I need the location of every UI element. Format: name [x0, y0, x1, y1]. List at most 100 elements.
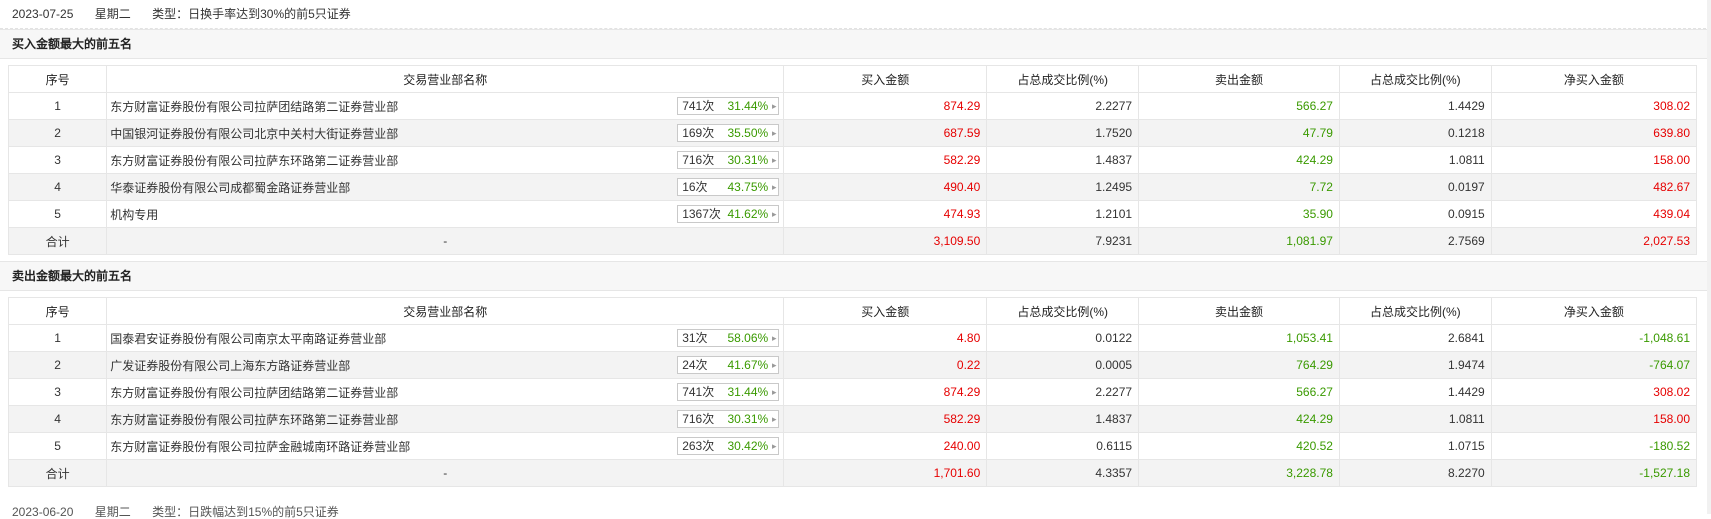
- buy-ratio: 1.4837: [986, 146, 1140, 174]
- info-weekday: 星期二: [94, 7, 131, 21]
- broker-name[interactable]: 广发证券股份有限公司上海东方路证券营业部: [110, 359, 350, 373]
- buy-ratio: 1.2101: [986, 200, 1140, 228]
- broker-stats-badge[interactable]: 169次 35.50% ▸: [677, 124, 780, 142]
- sell-amount: 7.72: [1138, 173, 1340, 201]
- buy-amount: 0.22: [783, 351, 988, 379]
- chevron-right-icon: ▸: [771, 441, 777, 451]
- broker-count: 16次: [682, 180, 708, 194]
- broker-stats-badge[interactable]: 716次 30.31% ▸: [677, 410, 780, 428]
- sell-amount: 424.29: [1138, 405, 1340, 433]
- buy-amount: 4.80: [783, 324, 988, 352]
- net-buy-amount: -180.52: [1490, 432, 1698, 460]
- buy-ratio: 2.2277: [986, 378, 1140, 406]
- net-buy-amount: 308.02: [1490, 378, 1698, 406]
- broker-stats-badge[interactable]: 31次 58.06% ▸: [677, 329, 780, 347]
- broker-name[interactable]: 东方财富证券股份有限公司拉萨东环路第二证券营业部: [110, 413, 398, 427]
- column-header: 净买入金额: [1490, 65, 1698, 93]
- broker-name-cell: 东方财富证券股份有限公司拉萨东环路第二证券营业部 716次 30.31% ▸: [106, 146, 785, 174]
- broker-stats-badge[interactable]: 741次 31.44% ▸: [677, 97, 780, 115]
- sell-ratio: 0.0915: [1338, 200, 1492, 228]
- row-number: 3: [7, 146, 108, 174]
- buy-amount: 874.29: [783, 92, 988, 120]
- net-buy-amount: -1,048.61: [1490, 324, 1698, 352]
- table-row: 3 东方财富证券股份有限公司拉萨东环路第二证券营业部 716次 30.31% ▸ 582.…: [7, 146, 1698, 174]
- scrollbar[interactable]: [1707, 0, 1711, 514]
- sell-ratio: 1.0715: [1338, 432, 1492, 460]
- table-wrapper: 序号 交易营业部名称 买入金额 占总成交比例(%) 卖出金额 占总成交比例(%) 净买入金额…: [0, 291, 1711, 493]
- broker-name[interactable]: 机构专用: [110, 208, 158, 222]
- net-buy-amount: 308.02: [1490, 92, 1698, 120]
- chevron-right-icon: ▸: [771, 128, 777, 138]
- column-header: 卖出金额: [1138, 297, 1340, 325]
- row-number: 5: [7, 200, 108, 228]
- seat-table: 序号 交易营业部名称 买入金额 占总成交比例(%) 卖出金额 占总成交比例(%) 净买入金额…: [7, 297, 1698, 487]
- total-sell-amount: 1,081.97: [1138, 227, 1340, 255]
- broker-stats-badge[interactable]: 1367次 41.62% ▸: [677, 205, 780, 223]
- column-header: 卖出金额: [1138, 65, 1340, 93]
- broker-win-rate: 58.06%: [727, 331, 769, 345]
- sell-amount: 424.29: [1138, 146, 1340, 174]
- row-number: 3: [7, 378, 108, 406]
- broker-name[interactable]: 东方财富证券股份有限公司拉萨团结路第二证券营业部: [110, 100, 398, 114]
- table-row: 5 机构专用 1367次 41.62% ▸ 474.93 1.2101 35.90 0.0915…: [7, 200, 1698, 228]
- broker-name[interactable]: 中国银河证券股份有限公司北京中关村大街证券营业部: [110, 127, 398, 141]
- buy-amount: 874.29: [783, 378, 988, 406]
- broker-count: 263次: [682, 439, 715, 453]
- net-buy-amount: -764.07: [1490, 351, 1698, 379]
- column-header: 占总成交比例(%): [1338, 297, 1492, 325]
- buy-amount: 240.00: [783, 432, 988, 460]
- net-buy-amount: 482.67: [1490, 173, 1698, 201]
- table-row: 4 东方财富证券股份有限公司拉萨东环路第二证券营业部 716次 30.31% ▸ 582.…: [7, 405, 1698, 433]
- chevron-right-icon: ▸: [771, 182, 777, 192]
- row-number: 1: [7, 92, 108, 120]
- table-row: 2 中国银河证券股份有限公司北京中关村大街证券营业部 169次 35.50% ▸ 687.…: [7, 119, 1698, 147]
- broker-count: 716次: [682, 412, 715, 426]
- info-date: 2023-07-25: [12, 7, 74, 21]
- broker-stats-badge[interactable]: 716次 30.31% ▸: [677, 151, 780, 169]
- broker-name[interactable]: 东方财富证券股份有限公司拉萨团结路第二证券营业部: [110, 386, 398, 400]
- buy-ratio: 0.0122: [986, 324, 1140, 352]
- buy-ratio: 1.7520: [986, 119, 1140, 147]
- broker-count: 31次: [682, 331, 708, 345]
- total-buy-ratio: 7.9231: [986, 227, 1140, 255]
- broker-win-rate: 35.50%: [727, 126, 769, 140]
- chevron-right-icon: ▸: [771, 414, 777, 424]
- broker-name[interactable]: 国泰君安证券股份有限公司南京太平南路证券营业部: [110, 332, 386, 346]
- section-title: 买入金额最大的前五名: [0, 29, 1707, 59]
- broker-win-rate: 30.31%: [727, 153, 769, 167]
- table-row: 4 华泰证券股份有限公司成都蜀金路证券营业部 16次 43.75% ▸ 490.40 1.2…: [7, 173, 1698, 201]
- header-row: 序号 交易营业部名称 买入金额 占总成交比例(%) 卖出金额 占总成交比例(%) 净买入金额: [7, 297, 1698, 325]
- broker-stats-badge[interactable]: 24次 41.67% ▸: [677, 356, 780, 374]
- sell-ratio: 1.4429: [1338, 92, 1492, 120]
- broker-name-cell: 东方财富证券股份有限公司拉萨团结路第二证券营业部 741次 31.44% ▸: [106, 378, 785, 406]
- buy-amount: 582.29: [783, 146, 988, 174]
- broker-count: 716次: [682, 153, 715, 167]
- broker-name-cell: 中国银河证券股份有限公司北京中关村大街证券营业部 169次 35.50% ▸: [106, 119, 785, 147]
- total-row: 合计 -1,701.60 4.3357 3,228.78 8.2270 -1,527.18: [7, 459, 1698, 487]
- broker-stats-badge[interactable]: 263次 30.42% ▸: [677, 437, 780, 455]
- table-row: 3 东方财富证券股份有限公司拉萨团结路第二证券营业部 741次 31.44% ▸ 874.…: [7, 378, 1698, 406]
- broker-name-cell: 东方财富证券股份有限公司拉萨东环路第二证券营业部 716次 30.31% ▸: [106, 405, 785, 433]
- net-buy-amount: 158.00: [1490, 146, 1698, 174]
- broker-name[interactable]: 华泰证券股份有限公司成都蜀金路证券营业部: [110, 181, 350, 195]
- row-number: 4: [7, 173, 108, 201]
- broker-stats-badge[interactable]: 16次 43.75% ▸: [677, 178, 780, 196]
- broker-name-cell: 华泰证券股份有限公司成都蜀金路证券营业部 16次 43.75% ▸: [106, 173, 785, 201]
- info-bar: 2023-07-25 星期二 类型：日换手率达到30%的前5只证券: [0, 0, 1711, 29]
- sell-ratio: 2.6841: [1338, 324, 1492, 352]
- broker-stats-badge[interactable]: 741次 31.44% ▸: [677, 383, 780, 401]
- broker-name[interactable]: 东方财富证券股份有限公司拉萨东环路第二证券营业部: [110, 154, 398, 168]
- row-number: 2: [7, 351, 108, 379]
- buy-amount: 490.40: [783, 173, 988, 201]
- total-row: 合计 -3,109.50 7.9231 1,081.97 2.7569 2,027.53: [7, 227, 1698, 255]
- net-buy-amount: 439.04: [1490, 200, 1698, 228]
- broker-win-rate: 30.31%: [727, 412, 769, 426]
- buy-amount: 474.93: [783, 200, 988, 228]
- total-buy-ratio: 4.3357: [986, 459, 1140, 487]
- column-header: 净买入金额: [1490, 297, 1698, 325]
- broker-name[interactable]: 东方财富证券股份有限公司拉萨金融城南环路证券营业部: [110, 440, 410, 454]
- section-title: 卖出金额最大的前五名: [0, 261, 1707, 291]
- table-wrapper: 序号 交易营业部名称 买入金额 占总成交比例(%) 卖出金额 占总成交比例(%) 净买入金额…: [0, 59, 1711, 261]
- net-buy-amount: 639.80: [1490, 119, 1698, 147]
- total-name: -: [106, 227, 785, 255]
